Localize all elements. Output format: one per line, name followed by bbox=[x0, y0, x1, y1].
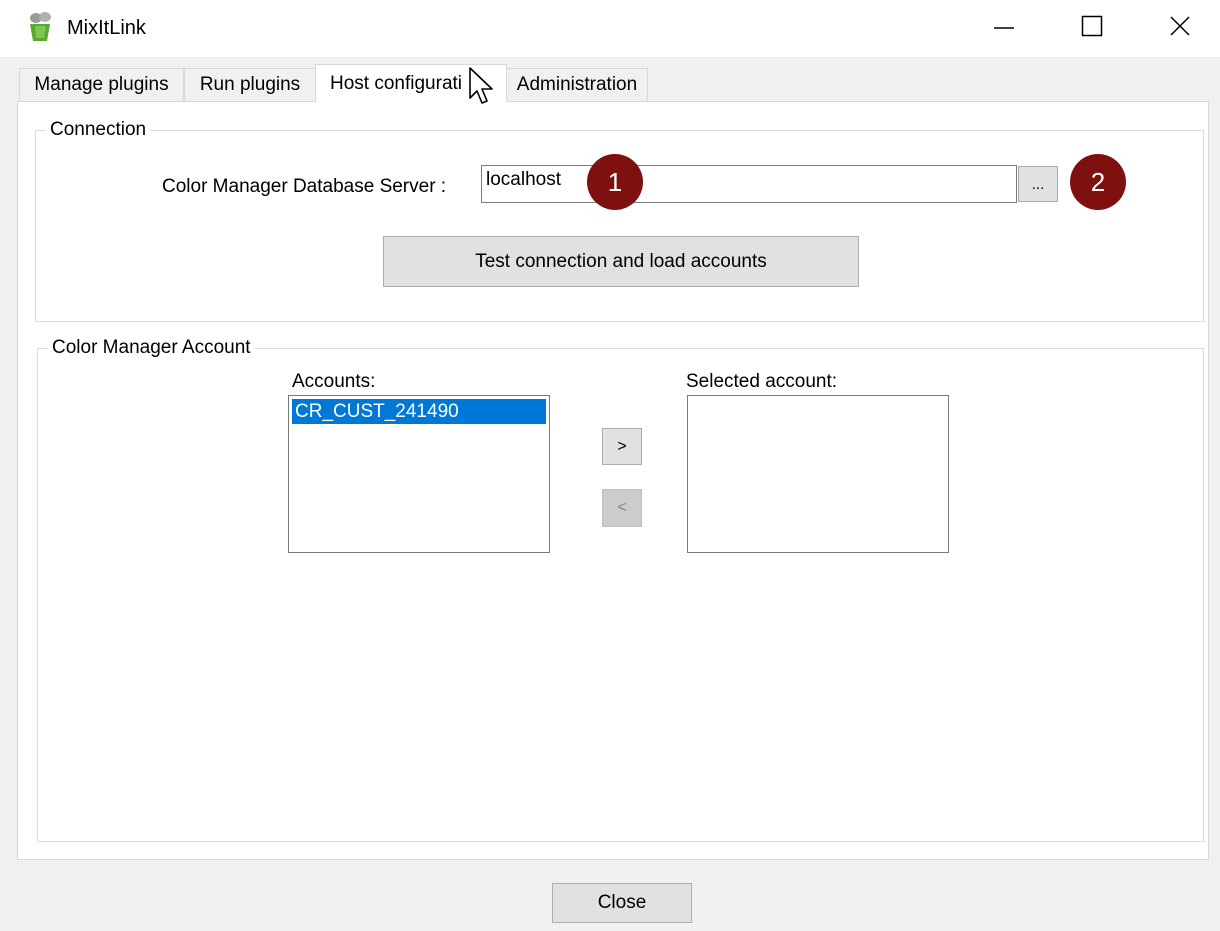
app-window: MixItLink Manage plugins Run plugins Hos… bbox=[0, 0, 1220, 931]
account-legend: Color Manager Account bbox=[48, 337, 255, 359]
accounts-label: Accounts: bbox=[292, 371, 376, 392]
close-button[interactable]: Close bbox=[552, 883, 692, 923]
tab-manage-plugins[interactable]: Manage plugins bbox=[19, 68, 184, 101]
app-logo-icon bbox=[26, 11, 54, 43]
minimize-icon bbox=[992, 14, 1016, 43]
test-connection-button[interactable]: Test connection and load accounts bbox=[383, 236, 859, 287]
connection-group: Connection Color Manager Database Server… bbox=[35, 119, 1204, 322]
minimize-button[interactable] bbox=[974, 0, 1034, 57]
connection-legend: Connection bbox=[46, 119, 151, 141]
mouse-pointer-icon bbox=[468, 66, 496, 113]
selected-account-label: Selected account: bbox=[686, 371, 838, 392]
accounts-listbox[interactable]: CR_CUST_241490 bbox=[288, 395, 550, 553]
remove-account-button[interactable]: < bbox=[602, 489, 642, 527]
annotation-badge-1: 1 bbox=[587, 154, 643, 210]
close-icon bbox=[1169, 15, 1191, 42]
close-window-button[interactable] bbox=[1150, 0, 1210, 57]
tab-run-plugins[interactable]: Run plugins bbox=[184, 68, 316, 101]
window-title: MixItLink bbox=[67, 17, 146, 39]
tab-administration[interactable]: Administration bbox=[506, 68, 648, 101]
list-item[interactable]: CR_CUST_241490 bbox=[292, 399, 546, 424]
tab-panel: Connection Color Manager Database Server… bbox=[17, 101, 1209, 860]
annotation-badge-2: 2 bbox=[1070, 154, 1126, 210]
maximize-button[interactable] bbox=[1062, 0, 1122, 57]
browse-server-button[interactable]: ... bbox=[1018, 166, 1058, 202]
title-bar: MixItLink bbox=[0, 0, 1220, 57]
selected-account-listbox[interactable] bbox=[687, 395, 949, 553]
account-group: Color Manager Account Accounts: CR_CUST_… bbox=[37, 337, 1204, 842]
server-input[interactable]: localhost bbox=[481, 165, 1017, 203]
maximize-icon bbox=[1081, 15, 1103, 42]
server-label: Color Manager Database Server : bbox=[162, 176, 447, 197]
add-account-button[interactable]: > bbox=[602, 428, 642, 465]
